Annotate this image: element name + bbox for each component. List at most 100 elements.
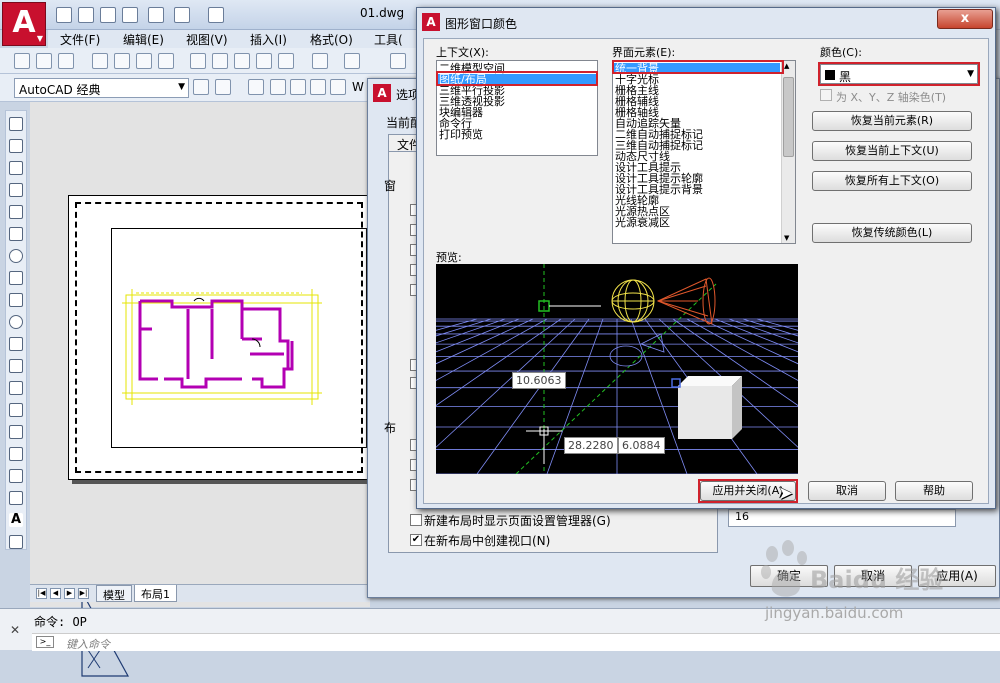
interface-element-listbox[interactable]: 统一背景 十字光标 栅格主线 栅格辅线 栅格轴线 自动追踪矢量 二维自动捕捉标记… xyxy=(612,60,796,244)
lightbulb-icon[interactable] xyxy=(270,79,286,95)
watermark-brand: Baidu 经验 xyxy=(810,566,944,594)
interface-element-label: 界面元素(E): xyxy=(612,46,676,59)
menu-format[interactable]: 格式(O) xyxy=(310,31,353,48)
help-button[interactable]: 帮助 xyxy=(895,481,973,501)
restore-classic-colors-button[interactable]: 恢复传统颜色(L) xyxy=(812,223,972,243)
close-icon[interactable]: ✕ xyxy=(10,623,20,637)
menu-tools[interactable]: 工具( xyxy=(374,31,403,48)
ghost-shapes xyxy=(609,333,665,367)
plot-preview-icon[interactable] xyxy=(114,53,130,69)
layout-viewport[interactable] xyxy=(111,228,367,448)
tab-layout1[interactable]: 布局1 xyxy=(134,585,177,602)
baidu-paw-logo xyxy=(760,540,810,603)
ellipse-icon[interactable] xyxy=(9,315,23,329)
rectangle-icon[interactable] xyxy=(9,205,23,219)
autocad-icon: A xyxy=(373,84,391,102)
ellipse-arc-icon[interactable] xyxy=(9,337,23,351)
revision-cloud-icon[interactable] xyxy=(9,271,23,285)
undo-icon[interactable] xyxy=(174,7,190,23)
prev-tab-icon[interactable]: ◀ xyxy=(50,588,61,599)
element-list-scrollbar[interactable]: ▲ ▼ xyxy=(781,61,795,243)
match-properties-icon[interactable] xyxy=(256,53,272,69)
gradient-icon[interactable] xyxy=(9,447,23,461)
publish-icon[interactable] xyxy=(136,53,152,69)
dialog-title-bar[interactable]: A 图形窗口颜色 x xyxy=(417,8,995,36)
workspace-settings-icon[interactable] xyxy=(193,79,209,95)
point-icon[interactable] xyxy=(9,403,23,417)
line-icon[interactable] xyxy=(9,117,23,131)
save-icon[interactable] xyxy=(100,7,116,23)
restore-current-context-button[interactable]: 恢复当前上下文(U) xyxy=(812,141,972,161)
plot-icon[interactable] xyxy=(92,53,108,69)
cancel-button[interactable]: 取消 xyxy=(808,481,886,501)
menu-view[interactable]: 视图(V) xyxy=(186,31,228,48)
save-as-icon[interactable] xyxy=(122,7,138,23)
restore-current-element-button[interactable]: 恢复当前元素(R) xyxy=(812,111,972,131)
arc-icon[interactable] xyxy=(9,227,23,241)
make-block-icon[interactable] xyxy=(9,381,23,395)
hatch-icon[interactable] xyxy=(9,425,23,439)
polyline-icon[interactable] xyxy=(9,161,23,175)
grid-line-radial xyxy=(436,318,534,365)
pan-icon[interactable] xyxy=(390,53,406,69)
construction-line-icon[interactable] xyxy=(9,139,23,153)
layer-lock-icon[interactable] xyxy=(310,79,326,95)
first-tab-icon[interactable]: |◀ xyxy=(36,588,47,599)
menu-edit[interactable]: 编辑(E) xyxy=(123,31,164,48)
close-button[interactable]: x xyxy=(937,9,993,29)
new-icon[interactable] xyxy=(14,53,30,69)
cut-icon[interactable] xyxy=(190,53,206,69)
gear-icon[interactable] xyxy=(215,79,231,95)
floor-plan-drawing xyxy=(122,289,322,405)
command-input-box[interactable]: >_ 键入命令 xyxy=(32,633,1000,651)
menu-file[interactable]: 文件(F) xyxy=(60,31,100,48)
drawing-area[interactable] xyxy=(30,102,370,677)
scroll-up-icon[interactable]: ▲ xyxy=(784,62,789,70)
spline-icon[interactable] xyxy=(9,293,23,307)
copy-icon[interactable] xyxy=(212,53,228,69)
new-file-icon[interactable] xyxy=(56,7,72,23)
restore-all-contexts-button[interactable]: 恢复所有上下文(O) xyxy=(812,171,972,191)
next-tab-icon[interactable]: ▶ xyxy=(64,588,75,599)
workspace-select[interactable]: AutoCAD 经典 ▼ xyxy=(14,78,189,98)
3d-dwf-icon[interactable] xyxy=(158,53,174,69)
open-file-icon[interactable] xyxy=(78,7,94,23)
context-item-plot-preview[interactable]: 打印预览 xyxy=(439,129,483,140)
redo-icon[interactable] xyxy=(344,53,360,69)
menu-insert[interactable]: 插入(I) xyxy=(250,31,287,48)
show-page-setup-checkbox[interactable] xyxy=(410,514,422,526)
layer-name: W xyxy=(352,80,364,94)
circle-icon[interactable] xyxy=(9,249,23,263)
layer-manager-icon[interactable] xyxy=(248,79,264,95)
scrollbar-thumb[interactable] xyxy=(783,77,794,157)
block-editor-icon[interactable] xyxy=(278,53,294,69)
multiline-text-icon[interactable]: A xyxy=(9,513,23,527)
layer-color-icon[interactable] xyxy=(330,79,346,95)
create-viewport-checkbox[interactable]: ✔ xyxy=(410,534,422,546)
region-icon[interactable] xyxy=(9,469,23,483)
print-icon[interactable] xyxy=(148,7,164,23)
add-selected-icon[interactable] xyxy=(9,535,23,549)
application-menu-button[interactable]: A ▼ xyxy=(2,2,46,46)
command-prompt-icon[interactable]: >_ xyxy=(36,636,54,648)
sun-icon[interactable] xyxy=(290,79,306,95)
polygon-icon[interactable] xyxy=(9,183,23,197)
element-item[interactable]: 光源衰减区 xyxy=(615,217,670,228)
dialog-body: 上下文(X): 二维模型空间 图纸/布局 三维平行投影 三维透视投影 块编辑器 … xyxy=(423,38,989,504)
table-icon[interactable] xyxy=(9,491,23,505)
open-icon[interactable] xyxy=(36,53,52,69)
options-value-field[interactable]: 16 xyxy=(728,509,956,527)
insert-block-icon[interactable] xyxy=(9,359,23,373)
redo-icon[interactable] xyxy=(208,7,224,23)
last-tab-icon[interactable]: ▶| xyxy=(78,588,89,599)
tab-model[interactable]: 模型 xyxy=(96,585,132,602)
paste-icon[interactable] xyxy=(234,53,250,69)
tint-axes-checkbox[interactable] xyxy=(820,89,832,101)
menu-bar: 文件(F) 编辑(E) 视图(V) 插入(I) 格式(O) 工具( xyxy=(48,30,418,48)
save-icon[interactable] xyxy=(58,53,74,69)
undo-icon[interactable] xyxy=(312,53,328,69)
context-highlight-box xyxy=(436,71,598,86)
workspace-value: AutoCAD 经典 xyxy=(19,83,101,97)
scroll-down-icon[interactable]: ▼ xyxy=(784,234,789,242)
paper-sheet xyxy=(68,195,370,480)
